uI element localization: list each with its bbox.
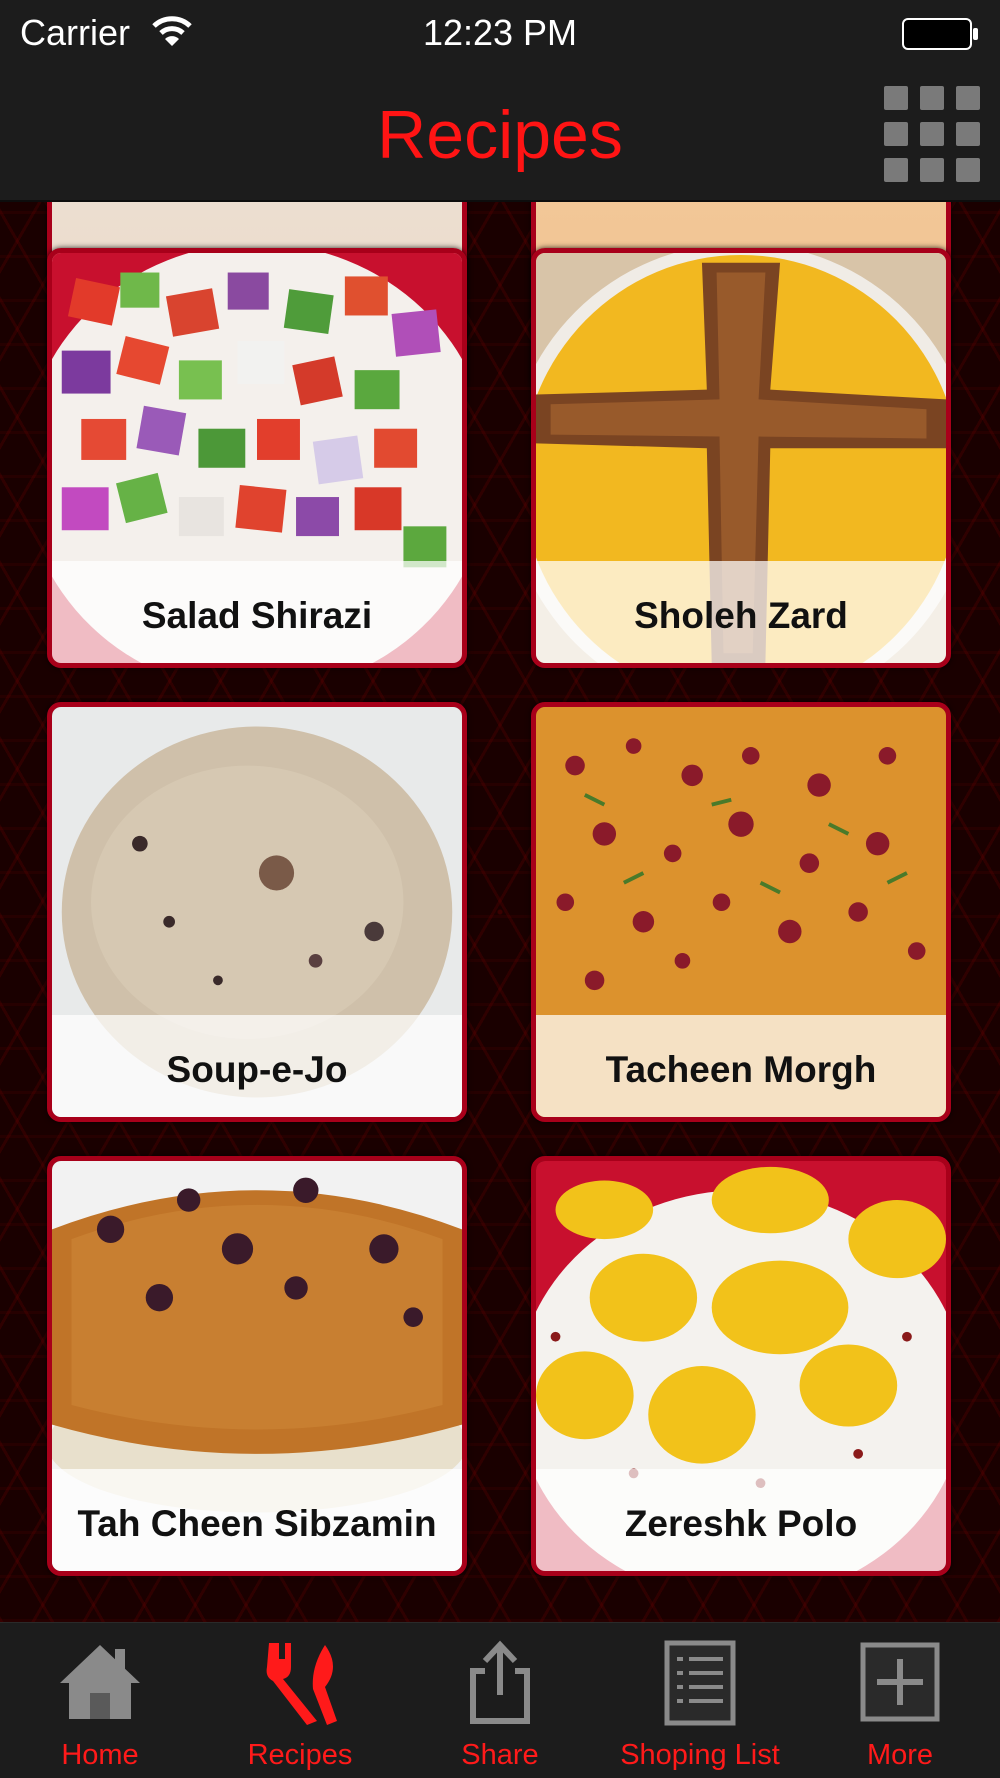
tab-share[interactable]: Share bbox=[400, 1623, 600, 1778]
recipe-card-zereshk-polo[interactable]: Zereshk Polo bbox=[531, 1156, 951, 1576]
status-bar: Carrier 12:23 PM bbox=[0, 0, 1000, 68]
tab-recipes[interactable]: Recipes bbox=[200, 1623, 400, 1778]
recipe-card-salad-shirazi[interactable]: Salad Shirazi bbox=[47, 248, 467, 668]
page-title: Recipes bbox=[377, 97, 623, 173]
tab-label: More bbox=[866, 1739, 934, 1771]
tab-bar: Home Recipes Share Shoping List More bbox=[0, 1622, 1000, 1778]
recipe-card-sholeh-zard[interactable]: Sholeh Zard bbox=[531, 248, 951, 668]
tab-label: Home bbox=[61, 1739, 139, 1771]
recipe-card-tah-cheen-sibzamin[interactable]: Tah Cheen Sibzamin bbox=[47, 1156, 467, 1576]
list-icon bbox=[664, 1640, 736, 1726]
recipe-card-tacheen-morgh[interactable]: Tacheen Morgh bbox=[531, 702, 951, 1122]
tab-label: Recipes bbox=[247, 1739, 353, 1771]
recipe-title: Zereshk Polo bbox=[624, 1503, 858, 1544]
plus-icon bbox=[860, 1642, 940, 1722]
recipe-title: Tah Cheen Sibzamin bbox=[77, 1503, 437, 1544]
battery-icon bbox=[902, 18, 978, 50]
share-icon bbox=[470, 1640, 530, 1724]
tab-label: Shoping List bbox=[620, 1739, 780, 1771]
recipe-title: Soup-e-Jo bbox=[166, 1049, 348, 1090]
tab-more[interactable]: More bbox=[800, 1623, 1000, 1778]
recipe-title: Salad Shirazi bbox=[141, 595, 373, 636]
navigation-bar: Recipes bbox=[0, 68, 1000, 202]
fork-knife-icon bbox=[266, 1643, 337, 1725]
recipe-grid[interactable]: Salad Shirazi Sholeh Zard Soup-e-Jo Tach… bbox=[0, 202, 1000, 1622]
recipe-card-soup-e-jo[interactable]: Soup-e-Jo bbox=[47, 702, 467, 1122]
tab-shopping-list[interactable]: Shoping List bbox=[600, 1623, 800, 1778]
clock: 12:23 PM bbox=[422, 12, 578, 53]
grid-view-button[interactable] bbox=[884, 86, 980, 182]
tab-label: Share bbox=[461, 1739, 539, 1771]
home-icon bbox=[60, 1645, 140, 1719]
recipe-title: Sholeh Zard bbox=[634, 595, 848, 636]
recipe-title: Tacheen Morgh bbox=[605, 1049, 877, 1090]
tab-home[interactable]: Home bbox=[0, 1623, 200, 1778]
